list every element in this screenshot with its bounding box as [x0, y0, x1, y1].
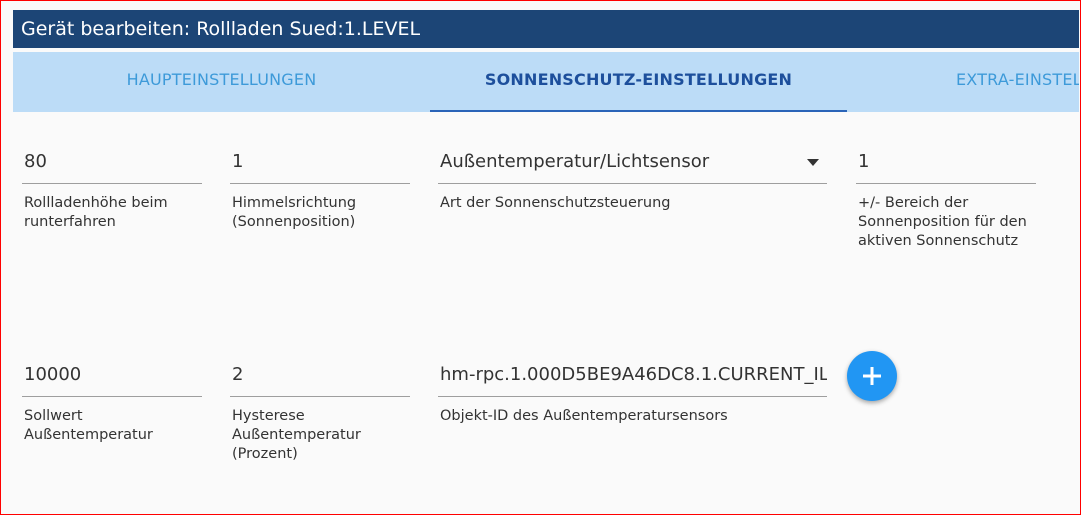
sun-protection-type-label: Art der Sonnenschutzsteuerung [440, 195, 671, 211]
dialog-title: Gerät bearbeiten: Rollladen Sued:1.LEVEL [13, 10, 1079, 48]
target-outdoor-temp-label: Sollwert Außentemperatur [24, 408, 153, 443]
tab-label: SONNENSCHUTZ-EINSTELLUNGEN [484, 70, 793, 89]
shutter-height-label: Rollladenhöhe beim runterfahren [24, 195, 168, 230]
hysteresis-input[interactable]: 2 [230, 353, 410, 397]
dropdown-arrow-icon [807, 159, 819, 166]
sun-position-range-field: 1 +/- Bereich der Sonnenposition für den… [856, 140, 1036, 251]
sun-position-range-label: +/- Bereich der Sonnenposition für den a… [858, 195, 1027, 249]
sky-direction-label: Himmelsrichtung (Sonnenposition) [232, 195, 357, 230]
sun-position-range-input[interactable]: 1 [856, 140, 1036, 184]
sensor-object-id-input[interactable]: hm-rpc.1.000D5BE9A46DC8.1.CURRENT_ILLUMI… [438, 353, 827, 397]
tab-bar: HAUPTEINSTELLUNGEN SONNENSCHUTZ-EINSTELL… [13, 52, 1079, 112]
plus-icon [863, 367, 881, 385]
sky-direction-field: 1 Himmelsrichtung (Sonnenposition) [230, 140, 410, 232]
tab-haupteinstellungen[interactable]: HAUPTEINSTELLUNGEN [13, 52, 430, 112]
sensor-object-id-label: Objekt-ID des Außentemperatursensors [440, 408, 728, 424]
add-button[interactable] [847, 351, 897, 401]
hysteresis-field: 2 Hysterese Außentemperatur (Prozent) [230, 353, 410, 464]
tab-label: HAUPTEINSTELLUNGEN [126, 70, 317, 89]
target-outdoor-temp-input[interactable]: 10000 [22, 353, 202, 397]
sun-protection-type-field: Außentemperatur/Lichtsensor Art der Sonn… [438, 140, 827, 213]
active-tab-indicator [430, 110, 847, 112]
sun-protection-type-select[interactable]: Außentemperatur/Lichtsensor [438, 140, 827, 184]
sky-direction-input[interactable]: 1 [230, 140, 410, 184]
tab-extra-einstellungen[interactable]: EXTRA-EINSTEL [956, 52, 1079, 112]
shutter-height-input[interactable]: 80 [22, 140, 202, 184]
hysteresis-label: Hysterese Außentemperatur (Prozent) [232, 408, 361, 462]
dialog-frame: Gerät bearbeiten: Rollladen Sued:1.LEVEL… [0, 0, 1081, 515]
tab-label: EXTRA-EINSTEL [956, 70, 1079, 89]
sun-protection-type-value: Außentemperatur/Lichtsensor [440, 151, 710, 172]
shutter-height-field: 80 Rollladenhöhe beim runterfahren [22, 140, 202, 232]
target-outdoor-temp-field: 10000 Sollwert Außentemperatur [22, 353, 202, 445]
sensor-object-id-field: hm-rpc.1.000D5BE9A46DC8.1.CURRENT_ILLUMI… [438, 353, 827, 426]
tab-sonnenschutz-einstellungen[interactable]: SONNENSCHUTZ-EINSTELLUNGEN [430, 52, 847, 112]
